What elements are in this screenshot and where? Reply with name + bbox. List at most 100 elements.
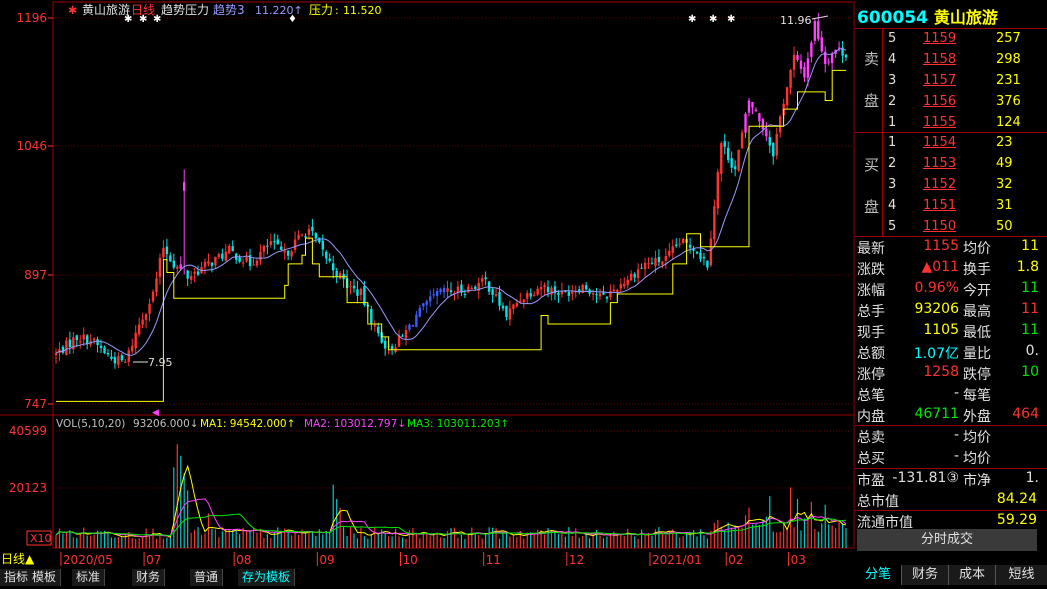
candle-body[interactable]	[207, 261, 210, 264]
event-marker-icon[interactable]: ♦	[288, 14, 297, 25]
candle-body[interactable]	[165, 246, 169, 255]
candle-body[interactable]	[356, 289, 359, 296]
candle-body[interactable]	[148, 303, 151, 314]
candle-body[interactable]	[754, 109, 758, 112]
ask-row[interactable]: 2 1156 376	[855, 92, 1047, 113]
candle-body[interactable]	[425, 301, 428, 305]
candle-body[interactable]	[377, 326, 380, 334]
candle-body[interactable]	[640, 267, 643, 269]
candle-body[interactable]	[193, 271, 196, 274]
candle-body[interactable]	[702, 256, 706, 259]
event-marker-icon[interactable]: ✱	[139, 14, 147, 25]
candle-body[interactable]	[761, 118, 765, 130]
candle-body[interactable]	[546, 286, 550, 293]
candle-body[interactable]	[304, 236, 307, 238]
candle-body[interactable]	[737, 150, 740, 171]
candle-body[interactable]	[307, 229, 311, 235]
candle-body[interactable]	[176, 266, 179, 269]
candle-body[interactable]	[765, 129, 768, 137]
candle-body[interactable]	[571, 291, 574, 294]
candle-body[interactable]	[806, 58, 810, 78]
candle-body[interactable]	[92, 338, 96, 341]
chart-canvas[interactable]: 1196 1046 897 747 40599 20123 X10 ✱ 黄山旅游…	[0, 0, 855, 589]
candle-body[interactable]	[474, 286, 477, 289]
candle-body[interactable]	[789, 69, 792, 88]
candle-body[interactable]	[747, 100, 751, 113]
candle-body[interactable]	[183, 182, 186, 191]
candle-body[interactable]	[602, 292, 605, 295]
candle-body[interactable]	[338, 272, 342, 279]
candle-body[interactable]	[266, 245, 269, 247]
candle-body[interactable]	[221, 253, 224, 259]
candle-body[interactable]	[633, 273, 636, 278]
candle-body[interactable]	[532, 294, 536, 296]
candle-body[interactable]	[273, 241, 276, 243]
candle-body[interactable]	[252, 264, 255, 266]
candle-body[interactable]	[411, 324, 415, 327]
tab-template[interactable]: 模板	[28, 569, 62, 586]
candle-body[interactable]	[373, 325, 376, 327]
tab-normal[interactable]: 普通	[190, 569, 224, 586]
candle-body[interactable]	[817, 21, 820, 40]
candle-body[interactable]	[730, 158, 733, 168]
candle-body[interactable]	[293, 239, 297, 250]
candle-body[interactable]	[241, 262, 245, 264]
candle-body[interactable]	[280, 246, 283, 250]
candle-body[interactable]	[231, 246, 234, 252]
event-marker-icon[interactable]: ✱	[727, 14, 735, 25]
candle-body[interactable]	[567, 291, 571, 296]
event-marker-icon[interactable]: ✱	[688, 14, 696, 25]
candle-body[interactable]	[276, 239, 279, 245]
candle-body[interactable]	[113, 357, 117, 364]
candle-body[interactable]	[799, 60, 803, 69]
candle-body[interactable]	[768, 137, 771, 146]
right-tab-cost[interactable]: 成本	[949, 565, 996, 585]
tab-save-template[interactable]: 存为模板	[238, 569, 296, 586]
candle-body[interactable]	[79, 341, 82, 343]
candle-body[interactable]	[359, 288, 363, 296]
candle-body[interactable]	[68, 339, 72, 348]
candle-body[interactable]	[508, 308, 512, 320]
event-marker-icon[interactable]: ✱	[709, 14, 717, 25]
candle-body[interactable]	[830, 54, 834, 63]
candle-body[interactable]	[758, 113, 761, 122]
candle-body[interactable]	[196, 271, 200, 275]
candle-body[interactable]	[480, 278, 484, 282]
candle-body[interactable]	[262, 245, 266, 252]
candle-body[interactable]	[612, 289, 616, 292]
candle-body[interactable]	[681, 238, 685, 243]
candle-body[interactable]	[699, 252, 702, 259]
candle-body[interactable]	[131, 345, 134, 352]
candle-body[interactable]	[120, 355, 124, 361]
candle-body[interactable]	[349, 285, 352, 288]
candle-body[interactable]	[297, 234, 300, 240]
candle-body[interactable]	[404, 330, 408, 339]
candle-body[interactable]	[519, 300, 522, 302]
candle-body[interactable]	[671, 246, 674, 253]
candle-body[interactable]	[311, 226, 314, 232]
candle-body[interactable]	[162, 247, 165, 258]
bid-row[interactable]: 5 1150 50	[855, 217, 1047, 238]
candle-body[interactable]	[491, 289, 494, 295]
candle-body[interactable]	[203, 261, 207, 268]
candle-body[interactable]	[772, 143, 775, 157]
candle-body[interactable]	[422, 303, 425, 307]
event-marker-icon[interactable]: ✱	[124, 14, 132, 25]
candle-body[interactable]	[169, 255, 172, 262]
candle-body[interactable]	[314, 233, 318, 239]
right-tab-finance[interactable]: 财务	[902, 565, 949, 585]
candle-body[interactable]	[775, 133, 778, 156]
candle-body[interactable]	[643, 262, 647, 270]
candle-body[interactable]	[539, 287, 543, 290]
candle-body[interactable]	[706, 260, 709, 268]
candle-body[interactable]	[501, 305, 505, 309]
candle-body[interactable]	[695, 251, 699, 254]
candle-body[interactable]	[335, 270, 338, 277]
candle-body[interactable]	[713, 206, 716, 240]
candle-body[interactable]	[144, 314, 148, 320]
candle-body[interactable]	[498, 292, 501, 306]
candle-body[interactable]	[85, 335, 89, 344]
candle-body[interactable]	[515, 303, 519, 307]
candle-body[interactable]	[189, 276, 193, 280]
candle-body[interactable]	[675, 244, 678, 246]
